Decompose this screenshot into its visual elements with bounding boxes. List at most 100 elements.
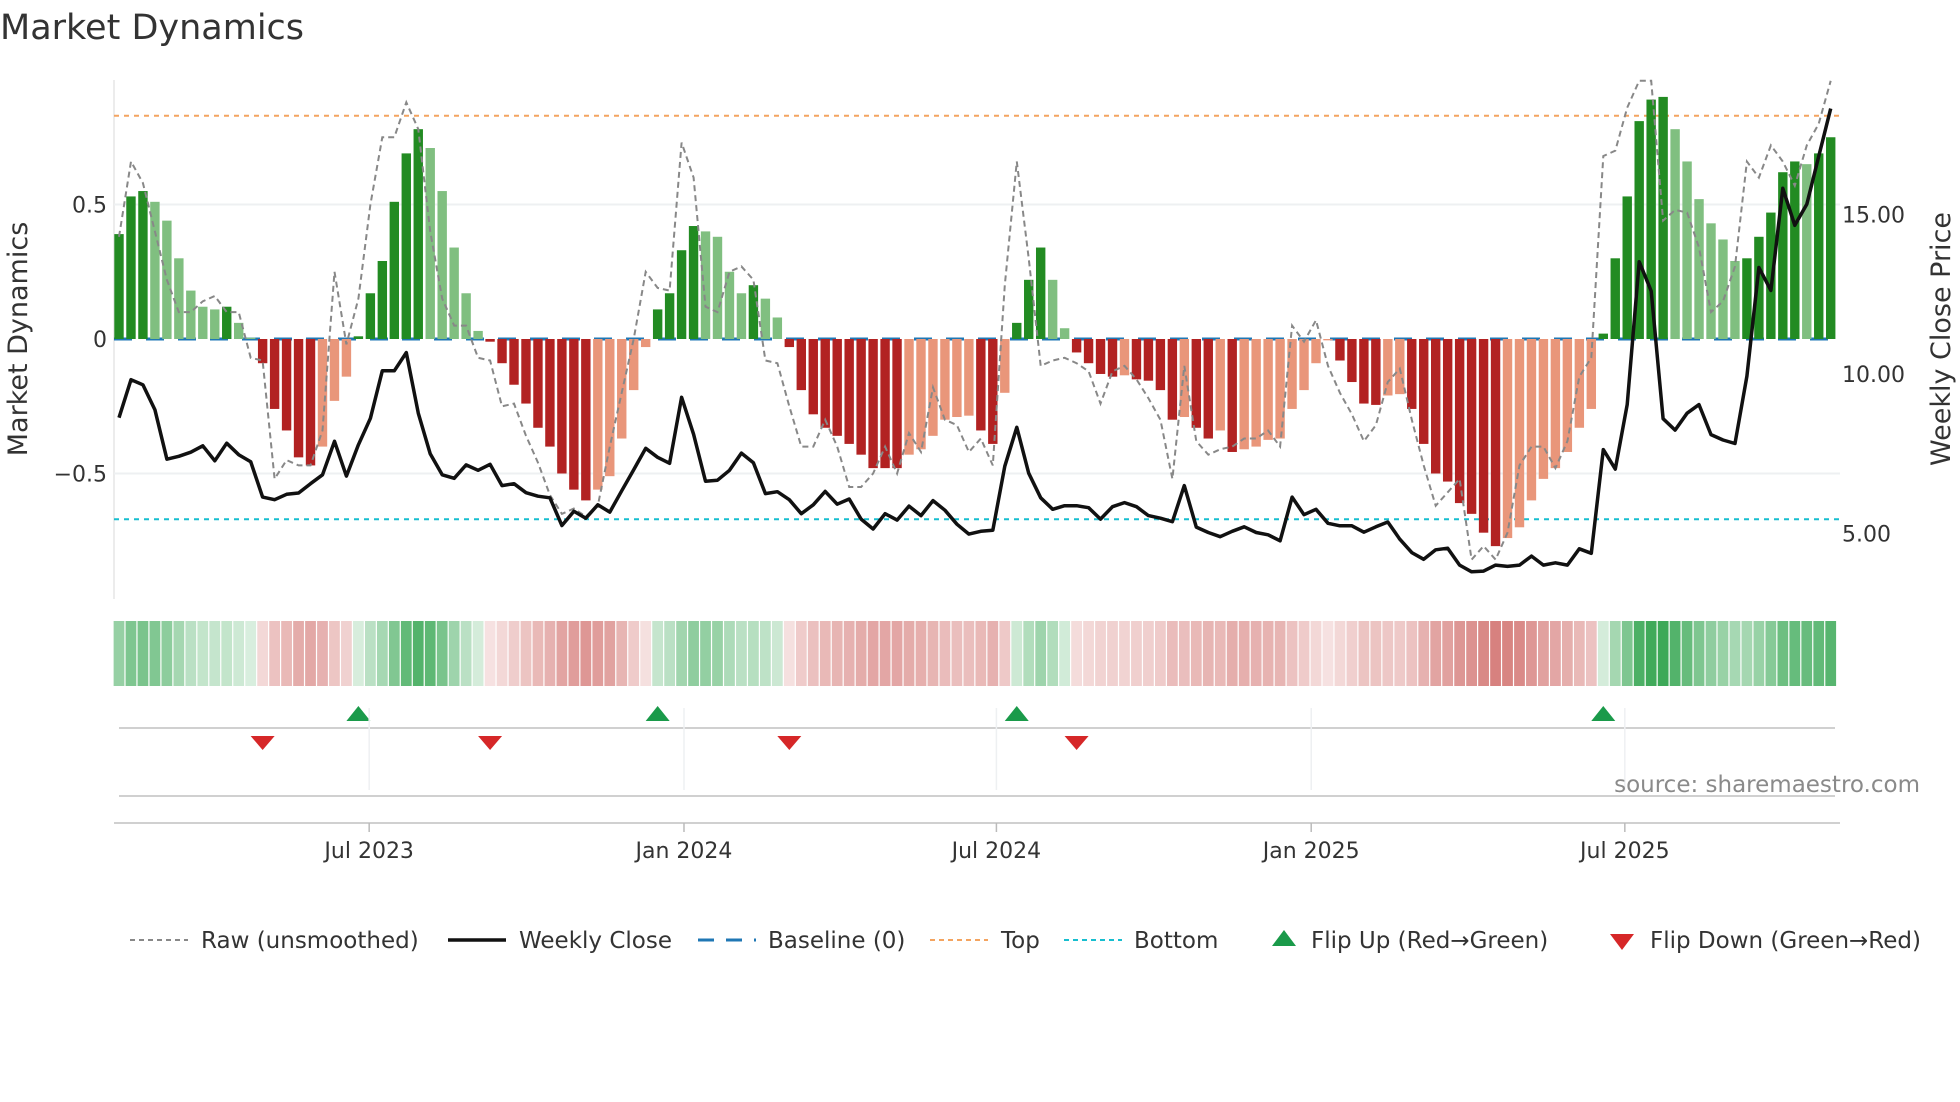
dynamics-bar — [844, 339, 854, 444]
dynamics-bar — [1059, 328, 1070, 339]
heat-cell — [364, 621, 376, 686]
heat-cell — [1166, 621, 1178, 686]
dynamics-bar — [1478, 339, 1489, 533]
heat-cell — [1514, 621, 1525, 686]
heat-cell — [1214, 621, 1226, 686]
heat-cell — [951, 621, 963, 686]
heat-cell — [640, 621, 652, 686]
heat-cell — [161, 621, 173, 686]
dynamics-bar — [976, 339, 986, 431]
dynamics-bar — [138, 191, 148, 339]
dynamics-bar — [1191, 339, 1201, 428]
dynamics-bar — [557, 339, 567, 474]
flip-up-marker — [1591, 706, 1616, 721]
dynamics-bar — [784, 339, 795, 348]
heat-cell — [1143, 621, 1154, 686]
heat-cell — [1382, 621, 1394, 686]
heat-cell — [1310, 621, 1322, 686]
dynamics-bar — [1323, 339, 1333, 341]
heat-cell — [939, 621, 951, 686]
heat-cell — [388, 621, 400, 686]
legend-label: Flip Down (Green→Red) — [1650, 928, 1921, 954]
dynamics-bar — [593, 339, 603, 490]
dynamics-bar — [1311, 339, 1321, 364]
x-tick-label: Jul 2024 — [950, 839, 1042, 864]
heat-cell — [1274, 621, 1286, 686]
dynamics-bar — [688, 226, 699, 339]
dynamics-bar — [1586, 339, 1597, 409]
legend-label: Weekly Close — [519, 928, 672, 954]
dynamics-bar — [1814, 153, 1824, 339]
dynamics-bar — [640, 339, 651, 348]
dynamics-bar — [1562, 339, 1573, 452]
dynamics-bar — [1442, 339, 1453, 482]
flip-down-marker — [478, 736, 503, 750]
heat-cell — [376, 621, 388, 686]
dynamics-bar — [1215, 339, 1225, 431]
dynamics-bar — [1071, 339, 1082, 353]
right-tick-label: 15.00 — [1842, 204, 1905, 229]
raw-line — [118, 79, 1832, 562]
dynamics-bar — [772, 317, 783, 339]
left-axis-ticks: 0.5 0 −0.5 — [54, 194, 107, 488]
heat-cell — [1777, 621, 1789, 686]
heat-cell — [604, 621, 616, 686]
heat-cell — [628, 621, 640, 686]
left-axis-label: Market Dynamics — [3, 222, 34, 457]
dynamics-bar — [473, 330, 483, 339]
dynamics-bar — [1155, 339, 1166, 391]
dynamics-bar — [389, 201, 400, 339]
dynamics-bar — [605, 339, 615, 477]
dynamics-bar — [904, 339, 914, 455]
heat-cell — [317, 621, 328, 686]
flip-down-marker — [777, 736, 802, 750]
dynamics-bar — [700, 231, 711, 339]
dynamics-bar — [1383, 339, 1393, 396]
x-tick-label: Jan 2025 — [1261, 839, 1360, 864]
chart-title: Market Dynamics — [0, 8, 304, 48]
dynamics-bar — [150, 201, 160, 339]
heat-cell — [1693, 621, 1705, 686]
heat-cell — [257, 621, 269, 686]
heat-cell — [1681, 621, 1693, 686]
dynamics-bar — [1095, 339, 1106, 374]
dynamics-bar — [629, 339, 639, 391]
heat-cell — [987, 621, 999, 686]
dynamics-bar — [1119, 339, 1130, 376]
dynamics-bar — [652, 309, 663, 339]
dynamics-bar — [341, 339, 352, 377]
x-axis-ticks: Jul 2023 Jan 2024 Jul 2024 Jan 2025 Jul 2025 — [322, 708, 1670, 864]
heat-cell — [676, 621, 687, 686]
legend-label: Bottom — [1134, 928, 1218, 954]
heat-cell — [891, 621, 903, 686]
heat-cell — [532, 621, 544, 686]
dynamics-bar — [1454, 339, 1465, 504]
dynamics-bar — [1706, 223, 1716, 339]
heat-cell — [1238, 621, 1250, 686]
dynamics-bar — [1203, 339, 1213, 439]
legend-flip-up-icon — [1272, 930, 1296, 946]
flip-down-marker — [1064, 736, 1089, 750]
heat-cell — [1346, 621, 1358, 686]
dynamics-bar — [964, 339, 974, 416]
heat-cell — [245, 621, 257, 686]
dynamics-bar — [329, 339, 340, 401]
dynamics-bar — [497, 339, 507, 364]
dynamics-bar — [377, 260, 388, 339]
legend-label: Baseline (0) — [768, 928, 905, 954]
dynamics-bar — [1694, 199, 1704, 339]
dynamics-bar — [1622, 196, 1632, 339]
heat-cell — [1633, 621, 1645, 686]
heat-cell — [1262, 621, 1274, 686]
heat-cell — [1358, 621, 1370, 686]
dynamics-bar — [509, 339, 519, 385]
heat-cell — [783, 621, 795, 686]
dynamics-bar — [174, 258, 184, 339]
heat-cell — [353, 621, 364, 686]
right-tick-label: 10.00 — [1842, 363, 1905, 388]
left-tick-label: −0.5 — [54, 463, 107, 488]
heat-cell — [1729, 621, 1741, 686]
flip-up-marker — [645, 706, 670, 721]
heat-cell — [1466, 621, 1477, 686]
dynamics-bar — [1670, 129, 1680, 339]
